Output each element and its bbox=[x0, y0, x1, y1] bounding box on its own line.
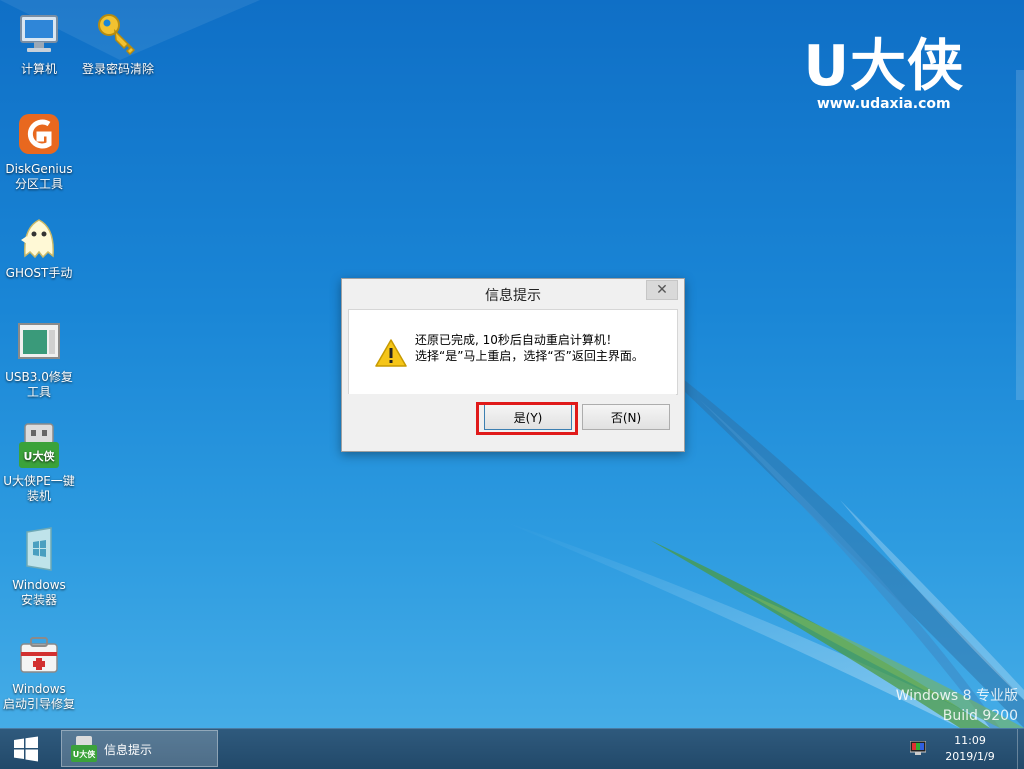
dialog-titlebar[interactable]: 信息提示 ✕ bbox=[342, 279, 684, 309]
windows-watermark: Windows 8 专业版 Build 9200 bbox=[896, 686, 1018, 726]
desktop-icon-boot-repair[interactable]: Windows 启动引导修复 bbox=[0, 630, 78, 712]
key-icon bbox=[98, 14, 136, 56]
desktop-icon-label: USB3.0修复 工具 bbox=[5, 370, 73, 399]
brand-url: www.udaxia.com bbox=[816, 96, 951, 112]
yes-button-highlight bbox=[476, 402, 578, 435]
diskgenius-icon bbox=[19, 114, 59, 154]
desktop-icon-label: 计算机 bbox=[20, 62, 57, 76]
dialog-content: 还原已完成, 10秒后自动重启计算机！ 选择“是”马上重启，选择“否”返回主界面… bbox=[348, 309, 678, 395]
display-tray-icon[interactable] bbox=[910, 741, 926, 755]
computer-icon bbox=[20, 15, 58, 52]
desktop-icon-label: GHOST手动 bbox=[5, 266, 73, 280]
brand-logo-text: U大侠 bbox=[803, 34, 964, 99]
close-button[interactable]: ✕ bbox=[646, 280, 678, 300]
dialog-title: 信息提示 bbox=[485, 288, 541, 304]
warning-icon bbox=[375, 339, 407, 367]
desktop-icon-computer[interactable]: 计算机 bbox=[0, 10, 78, 77]
desktop-icon-diskgenius[interactable]: DiskGenius 分区工具 bbox=[0, 110, 78, 192]
desktop-icon-windows-installer[interactable]: Windows 安装器 bbox=[0, 526, 78, 608]
no-button[interactable]: 否(N) bbox=[582, 404, 670, 430]
brand-logo: U大侠 www.udaxia.com bbox=[803, 34, 964, 113]
watermark-build: Build 9200 bbox=[942, 708, 1018, 724]
desktop-icon-udaxia-installer[interactable]: U大侠 U大侠PE一键 装机 bbox=[0, 422, 78, 504]
desktop-icon-label: Windows 安装器 bbox=[12, 578, 66, 607]
clock-date: 2019/1/9 bbox=[945, 750, 995, 763]
start-button[interactable] bbox=[0, 729, 52, 769]
close-icon: ✕ bbox=[656, 282, 668, 298]
usb-repair-icon bbox=[18, 323, 60, 359]
windows-installer-icon bbox=[26, 527, 52, 571]
dialog-message-line1: 还原已完成, 10秒后自动重启计算机！ bbox=[415, 333, 618, 347]
show-desktop-button[interactable] bbox=[1017, 729, 1024, 769]
boot-repair-icon bbox=[20, 637, 58, 673]
taskbar: U大侠 信息提示 11:09 2019/1/9 bbox=[0, 728, 1024, 769]
udaxia-installer-icon: U大侠 bbox=[19, 423, 59, 468]
desktop-icon-usb-repair[interactable]: USB3.0修复 工具 bbox=[0, 318, 78, 400]
watermark-edition: Windows 8 专业版 bbox=[895, 688, 1018, 704]
udaxia-app-icon: U大侠 bbox=[71, 736, 97, 762]
svg-text:U大侠: U大侠 bbox=[24, 449, 56, 463]
taskbar-item-info-dialog[interactable]: U大侠 信息提示 bbox=[61, 730, 218, 767]
taskbar-item-label: 信息提示 bbox=[104, 743, 153, 757]
windows-start-icon bbox=[14, 736, 38, 762]
desktop-icon-password-clear[interactable]: 登录密码清除 bbox=[78, 10, 158, 77]
dialog-message-line2: 选择“是”马上重启，选择“否”返回主界面。 bbox=[415, 349, 644, 363]
desktop-icon-ghost[interactable]: GHOST手动 bbox=[0, 214, 78, 281]
clock-time: 11:09 bbox=[954, 734, 986, 747]
task-icon-text: U大侠 bbox=[73, 749, 96, 759]
desktop-icon-label: 登录密码清除 bbox=[81, 62, 154, 76]
taskbar-clock[interactable]: 11:09 2019/1/9 bbox=[940, 733, 1000, 765]
dialog-message: 还原已完成, 10秒后自动重启计算机！ 选择“是”马上重启，选择“否”返回主界面… bbox=[415, 332, 644, 364]
desktop-icon-label: DiskGenius 分区工具 bbox=[5, 162, 73, 191]
ghost-icon bbox=[21, 219, 54, 259]
desktop-icon-label: Windows 启动引导修复 bbox=[2, 682, 75, 711]
desktop-icon-label: U大侠PE一键 装机 bbox=[3, 474, 75, 503]
